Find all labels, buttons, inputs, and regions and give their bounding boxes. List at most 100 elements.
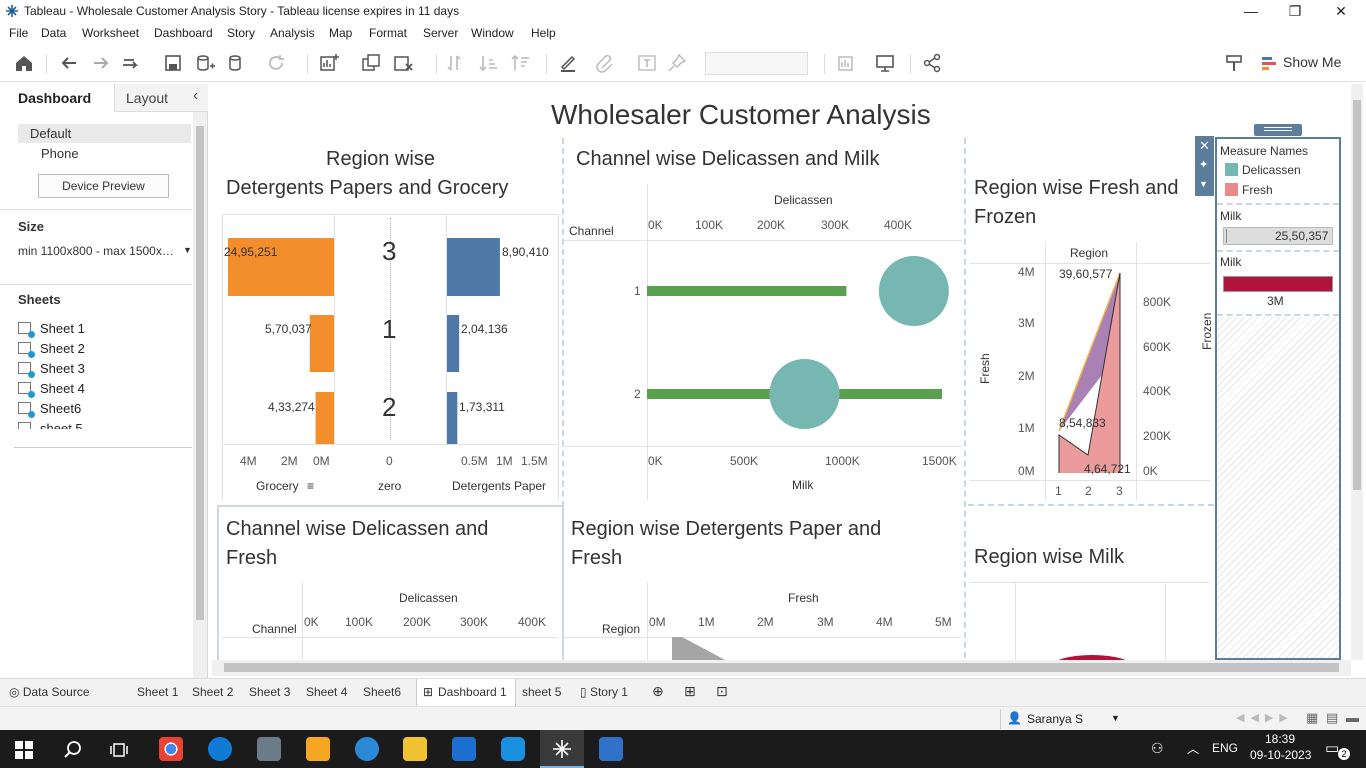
canvas-horizontal-scrollbar[interactable] — [212, 660, 1351, 676]
file-explorer-icon[interactable] — [403, 737, 427, 761]
new-worksheet-icon[interactable] — [318, 52, 340, 74]
legend-item-delicassen[interactable]: Delicassen — [1242, 163, 1301, 177]
menu-format[interactable]: Format — [369, 26, 407, 40]
menu-dashboard[interactable]: Dashboard — [154, 26, 213, 40]
menu-analysis[interactable]: Analysis — [270, 26, 315, 40]
media-player-icon[interactable] — [355, 737, 379, 761]
sheet-navigation-icons[interactable]: ◀◀▶▶ — [1236, 711, 1294, 724]
sheet-item-sheet4[interactable]: Sheet 4 — [18, 381, 85, 399]
sort-icon[interactable]: ≡ — [307, 479, 314, 493]
filmstrip-icon[interactable]: ▤ — [1326, 710, 1338, 726]
delicassen-circle[interactable] — [769, 359, 840, 429]
tab-sheet2[interactable]: Sheet 2 — [192, 685, 233, 699]
presentation-mode-icon[interactable] — [874, 52, 896, 74]
menu-map[interactable]: Map — [329, 26, 352, 40]
tab-data-source[interactable]: ◎ Data Source — [9, 685, 90, 699]
legend-menu-arrow-icon[interactable]: ▼ — [1199, 179, 1208, 189]
swap-icon[interactable] — [446, 52, 468, 74]
camera-icon[interactable] — [257, 737, 281, 761]
collapse-panel-icon[interactable]: ‹ — [193, 87, 198, 105]
sheet-item-sheet1[interactable]: Sheet 1 — [18, 321, 85, 339]
tab-sheet6[interactable]: Sheet6 — [363, 685, 401, 699]
edge-icon[interactable] — [208, 737, 232, 761]
left-scrollbar[interactable] — [193, 112, 207, 678]
input-language[interactable]: ENG — [1212, 741, 1238, 755]
sheet-item-sheet6[interactable]: Sheet6 — [18, 401, 81, 419]
user-menu[interactable]: 👤 Saranya S ▼ — [1000, 709, 1124, 729]
highlight-icon[interactable] — [557, 52, 579, 74]
people-icon[interactable]: ⚇ — [1151, 740, 1164, 757]
menu-story[interactable]: Story — [227, 26, 255, 40]
tab-dashboard1[interactable]: ⊞ Dashboard 1 — [416, 679, 516, 707]
pause-updates-icon[interactable] — [226, 52, 248, 74]
legend-pin-icon[interactable]: ✦ — [1199, 158, 1208, 171]
fit-dropdown[interactable] — [705, 52, 808, 75]
show-cards-icon[interactable] — [836, 52, 858, 74]
search-icon[interactable] — [63, 740, 83, 760]
size-dropdown[interactable]: min 1100x800 - max 1500x… — [18, 244, 174, 258]
tab-sheet1[interactable]: Sheet 1 — [137, 685, 178, 699]
replay-icon[interactable] — [120, 52, 142, 74]
device-default[interactable]: Default — [18, 124, 191, 143]
redo-icon[interactable] — [90, 52, 112, 74]
share-icon[interactable] — [921, 52, 943, 74]
group-icon[interactable] — [594, 52, 616, 74]
sheet-item-sheet5[interactable]: sheet 5 — [18, 421, 83, 429]
new-dashboard-tab-icon[interactable]: ⊞ — [684, 683, 696, 700]
tab-layout[interactable]: Layout ‹ — [114, 84, 208, 112]
home-icon[interactable] — [13, 52, 35, 74]
task-view-icon[interactable] — [109, 740, 129, 760]
windows-start-icon[interactable] — [15, 741, 33, 759]
menu-server[interactable]: Server — [423, 26, 458, 40]
game-icon[interactable] — [306, 737, 330, 761]
tabs-icon[interactable]: ▬ — [1346, 710, 1359, 725]
new-story-tab-icon[interactable]: ⊡ — [716, 683, 728, 700]
clock-time[interactable]: 18:39 — [1265, 732, 1295, 746]
tableau-taskbar-button[interactable] — [540, 730, 584, 768]
chrome-icon[interactable] — [159, 737, 183, 761]
clear-sheet-icon[interactable] — [392, 52, 414, 74]
undo-icon[interactable] — [58, 52, 80, 74]
milk-bar[interactable] — [647, 286, 847, 296]
sort-descending-icon[interactable] — [510, 52, 532, 74]
refresh-icon[interactable] — [265, 52, 287, 74]
mail-icon[interactable] — [452, 737, 476, 761]
sync-app-icon[interactable] — [501, 737, 525, 761]
detergents-bar[interactable] — [447, 315, 460, 372]
sheet-item-sheet3[interactable]: Sheet 3 — [18, 361, 85, 379]
new-worksheet-tab-icon[interactable]: ⊕ — [652, 683, 664, 700]
sort-ascending-icon[interactable] — [478, 52, 500, 74]
new-data-source-icon[interactable] — [194, 52, 216, 74]
restore-button[interactable]: ❐ — [1272, 0, 1318, 24]
menu-window[interactable]: Window — [471, 26, 514, 40]
detergents-bar[interactable] — [447, 392, 458, 444]
clock-date[interactable]: 09-10-2023 — [1250, 748, 1311, 762]
tab-dashboard[interactable]: Dashboard — [0, 84, 114, 114]
tab-sheet4[interactable]: Sheet 4 — [306, 685, 347, 699]
show-hidden-icons-icon[interactable]: ︿ — [1187, 740, 1199, 757]
size-dropdown-arrow-icon[interactable]: ▼ — [183, 245, 192, 255]
device-preview-button[interactable]: Device Preview — [38, 174, 169, 198]
pin-icon[interactable] — [666, 52, 688, 74]
device-phone[interactable]: Phone — [41, 146, 79, 161]
menu-worksheet[interactable]: Worksheet — [82, 26, 139, 40]
tab-story1[interactable]: ▯ Story 1 — [580, 685, 628, 699]
duplicate-icon[interactable] — [360, 52, 382, 74]
close-window-button[interactable]: ✕ — [1318, 0, 1364, 24]
format-workbook-icon[interactable] — [1223, 52, 1245, 74]
detergents-bar[interactable] — [447, 238, 500, 296]
menu-help[interactable]: Help — [531, 26, 556, 40]
delicassen-circle[interactable] — [878, 256, 949, 326]
grocery-bar[interactable] — [315, 392, 334, 444]
tab-sheet3[interactable]: Sheet 3 — [249, 685, 290, 699]
minimize-button[interactable]: — — [1228, 0, 1274, 24]
save-icon[interactable] — [162, 52, 184, 74]
photos-icon[interactable] — [599, 737, 623, 761]
sheet-sorter-icon[interactable]: ▦ — [1306, 710, 1318, 726]
legend-move-handle[interactable] — [1254, 124, 1302, 136]
legend-close-icon[interactable]: ✕ — [1199, 138, 1210, 154]
canvas-vertical-scrollbar[interactable] — [1351, 84, 1363, 660]
menu-file[interactable]: File — [9, 26, 28, 40]
show-labels-icon[interactable] — [636, 52, 658, 74]
legend-item-fresh[interactable]: Fresh — [1242, 183, 1273, 197]
